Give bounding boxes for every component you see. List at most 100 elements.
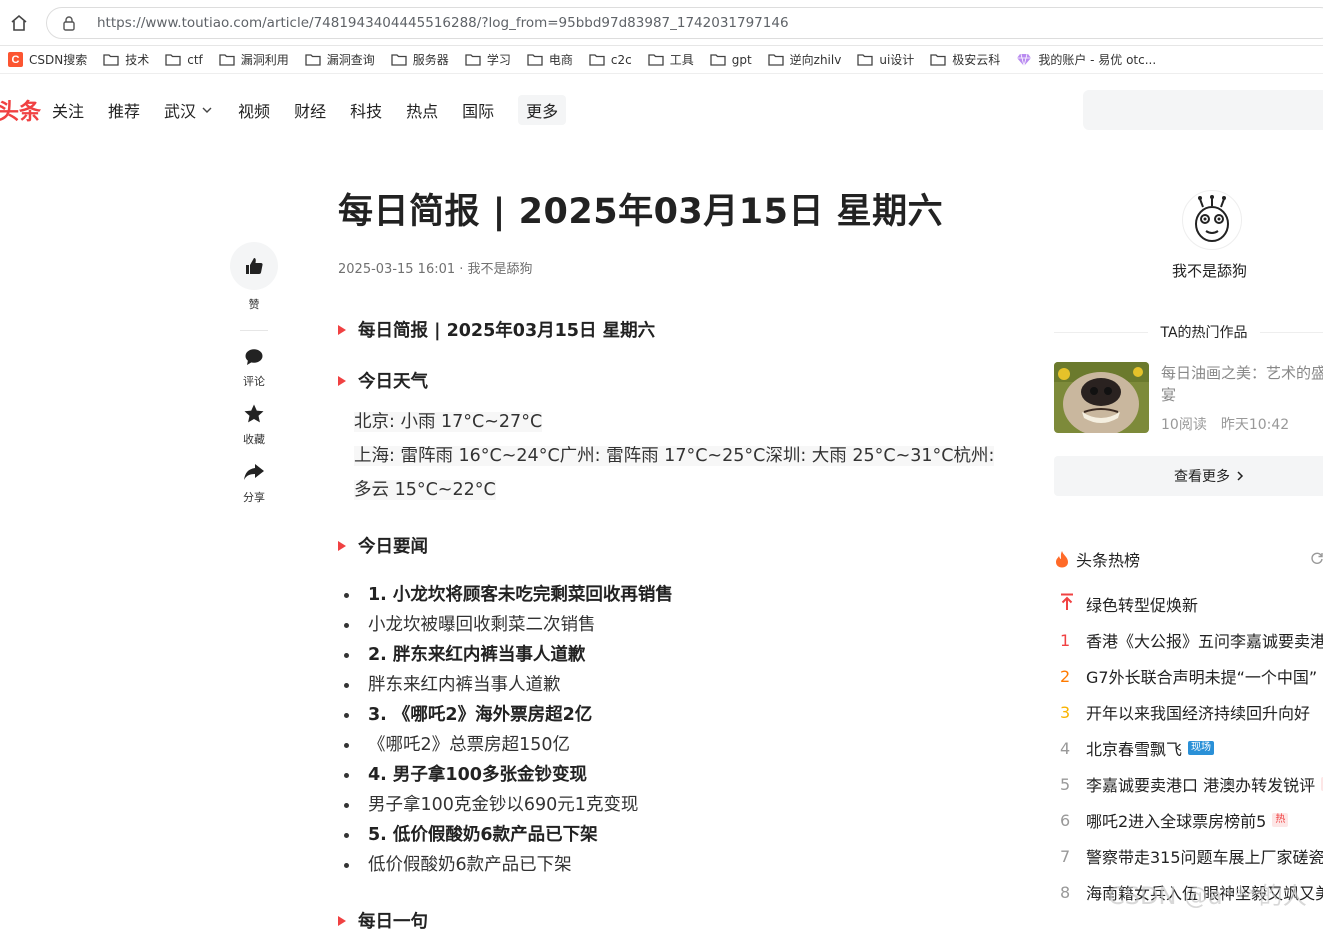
folder-icon <box>165 53 181 66</box>
bookmark-label: 学习 <box>486 53 511 67</box>
list-item: 2. 胖东来红内裤当事人道歉 <box>338 640 1003 670</box>
list-item: 低价假酸奶6款产品已下架 <box>338 850 1003 880</box>
chevron-right-icon <box>1237 471 1244 481</box>
hot-board-item[interactable]: 2G7外长联合声明未提“一个中国”热 <box>1054 658 1323 694</box>
share-button[interactable]: 分享 <box>243 461 265 505</box>
bookmarks-bar: C CSDN搜索 技术 ctf 漏洞利用 漏洞查询 服务器 学习 电商 c2c 工具 gpt 逆向zhi… <box>0 46 1323 74</box>
favorite-label: 收藏 <box>243 433 265 446</box>
bookmark-label: c2c <box>610 52 632 67</box>
nav-city-label: 武汉 <box>164 102 197 121</box>
nav-item-more[interactable]: 更多 <box>518 95 567 125</box>
share-label: 分享 <box>243 491 265 504</box>
work-title[interactable]: 每日油画之美：艺术的盛宴 <box>1161 362 1323 406</box>
bookmark-label: gpt <box>731 52 752 67</box>
refresh-icon[interactable] <box>1310 550 1323 569</box>
folder-icon <box>589 53 605 66</box>
bookmark-item[interactable]: ui设计 <box>857 51 914 68</box>
thumbs-up-icon <box>246 258 263 274</box>
home-icon[interactable] <box>6 10 32 36</box>
url-text[interactable]: https://www.toutiao.com/article/74819434… <box>97 15 789 31</box>
hot-board-item[interactable]: 6 哪吒2进入全球票房榜前5 热 <box>1054 802 1323 838</box>
folder-icon <box>219 53 235 66</box>
bookmark-label: ctf <box>187 52 203 67</box>
hot-board-item[interactable]: 3 开年以来我国经济持续回升向好 <box>1054 694 1323 730</box>
see-more-label: 查看更多 <box>1174 469 1230 485</box>
hot-board-item-title: 香港《大公报》五问李嘉诚要卖港口 <box>1086 632 1323 651</box>
work-thumbnail[interactable] <box>1054 362 1149 433</box>
bookmark-label: 逆向zhilv <box>789 53 842 67</box>
bookmark-item[interactable]: 漏洞利用 <box>219 51 289 68</box>
section-heading-text: 今日要闻 <box>358 537 428 557</box>
bookmark-item[interactable]: c2c <box>589 53 632 67</box>
hot-tag-badge: 现场 <box>1188 741 1215 755</box>
weather-line: 北京: 小雨 17°C~27°C <box>354 412 543 432</box>
article-meta: 2025-03-15 16:01 · 我不是舔狗 <box>338 262 533 277</box>
nav-item-tech[interactable]: 科技 <box>350 98 382 122</box>
bookmark-label: CSDN搜索 <box>29 53 88 67</box>
see-more-button[interactable]: 查看更多 <box>1054 456 1323 496</box>
nav-item-follow[interactable]: 关注 <box>52 98 84 122</box>
csdn-watermark: CSDN @a***的人 <box>1108 882 1307 910</box>
bookmark-item[interactable]: 漏洞查询 <box>305 51 375 68</box>
hot-board: 头条热榜 绿色转型促焕新 1 香港《大公报》五问李嘉诚要卖港口 2 G7外长联合声明未提… <box>1054 548 1323 910</box>
article-action-bar: 赞 评论 收藏 分享 <box>230 242 278 519</box>
folder-icon <box>391 53 407 66</box>
hot-board-item[interactable]: 7 警察带走315问题车展上厂家磋瓷 <box>1054 838 1323 874</box>
comment-button[interactable]: 评论 <box>243 347 265 389</box>
fire-icon <box>1054 550 1070 568</box>
nav-item-recommend[interactable]: 推荐 <box>108 98 140 122</box>
list-item: 小龙坎被曝回收剩菜二次销售 <box>338 610 1003 640</box>
comment-icon <box>245 349 263 365</box>
nav-item-hot[interactable]: 热点 <box>406 98 438 122</box>
hot-works-header: TA的热门作品 <box>1054 322 1323 342</box>
bookmark-item[interactable]: 服务器 <box>391 51 449 68</box>
bookmark-item[interactable]: 工具 <box>648 51 694 68</box>
bookmark-label: 漏洞利用 <box>240 53 289 67</box>
lock-icon[interactable] <box>61 15 83 31</box>
hot-board-item[interactable]: 4 北京春雪飘飞 现场 <box>1054 730 1323 766</box>
toutiao-logo[interactable]: 头条 <box>0 94 52 126</box>
nav-item-city[interactable]: 武汉 <box>164 98 214 122</box>
folder-icon <box>103 53 119 66</box>
bookmark-item[interactable]: ctf <box>165 53 203 67</box>
bookmark-item[interactable]: 极安云科 <box>930 51 1000 68</box>
bookmark-item[interactable]: 学习 <box>465 51 511 68</box>
bookmark-label: 电商 <box>548 53 573 67</box>
nav-item-international[interactable]: 国际 <box>462 98 494 122</box>
like-label: 赞 <box>248 298 260 311</box>
section-heading: 每日一句 <box>338 908 1003 933</box>
work-meta: 10阅读 昨天10:42 <box>1161 414 1289 434</box>
bookmark-label: 工具 <box>669 53 694 67</box>
nav-item-finance[interactable]: 财经 <box>294 98 326 122</box>
bookmark-item[interactable]: 我的账户 - 易优 otc... <box>1016 51 1156 68</box>
bookmark-item[interactable]: 电商 <box>527 51 573 68</box>
bookmark-item[interactable]: C CSDN搜索 <box>8 51 87 68</box>
hot-work-card[interactable]: 每日油画之美：艺术的盛宴 10阅读 昨天10:42 <box>1054 362 1323 434</box>
address-bar[interactable]: https://www.toutiao.com/article/74819434… <box>46 7 1323 39</box>
bookmark-item[interactable]: gpt <box>710 53 752 67</box>
bookmark-label: 漏洞查询 <box>326 53 375 67</box>
browser-toolbar: https://www.toutiao.com/article/74819434… <box>0 0 1323 46</box>
hot-board-item[interactable]: 5李嘉诚要卖港口 港澳办转发锐评热 <box>1054 766 1323 802</box>
avatar[interactable] <box>1182 190 1242 250</box>
favorite-button[interactable]: 收藏 <box>243 403 265 447</box>
bookmark-item[interactable]: 技术 <box>103 51 149 68</box>
hot-board-rank: 2 <box>1060 666 1071 686</box>
hot-board-item[interactable]: 1 香港《大公报》五问李嘉诚要卖港口 <box>1054 622 1323 658</box>
author-name[interactable]: 我不是舔狗 <box>1172 260 1247 281</box>
bookmark-item[interactable]: 逆向zhilv <box>768 51 842 68</box>
pin-top-icon <box>1054 593 1086 615</box>
bookmark-label: 我的账户 - 易优 otc... <box>1038 53 1157 67</box>
folder-icon <box>527 53 543 66</box>
section-heading-text: 今日天气 <box>358 372 428 392</box>
nav-item-video[interactable]: 视频 <box>238 98 270 122</box>
triangle-bullet-icon <box>338 375 346 386</box>
hot-board-item[interactable]: 绿色转型促焕新 <box>1054 586 1323 622</box>
search-input[interactable] <box>1083 90 1323 130</box>
star-icon <box>244 404 264 423</box>
bookmark-label: ui设计 <box>879 53 915 67</box>
hot-board-rank: 8 <box>1060 882 1071 902</box>
like-button[interactable] <box>230 242 278 290</box>
main-nav: 关注 推荐 武汉 视频 财经 科技 热点 国际 更多 <box>52 95 590 125</box>
site-header: 头条 关注 推荐 武汉 视频 财经 科技 热点 国际 更多 <box>0 88 1323 132</box>
